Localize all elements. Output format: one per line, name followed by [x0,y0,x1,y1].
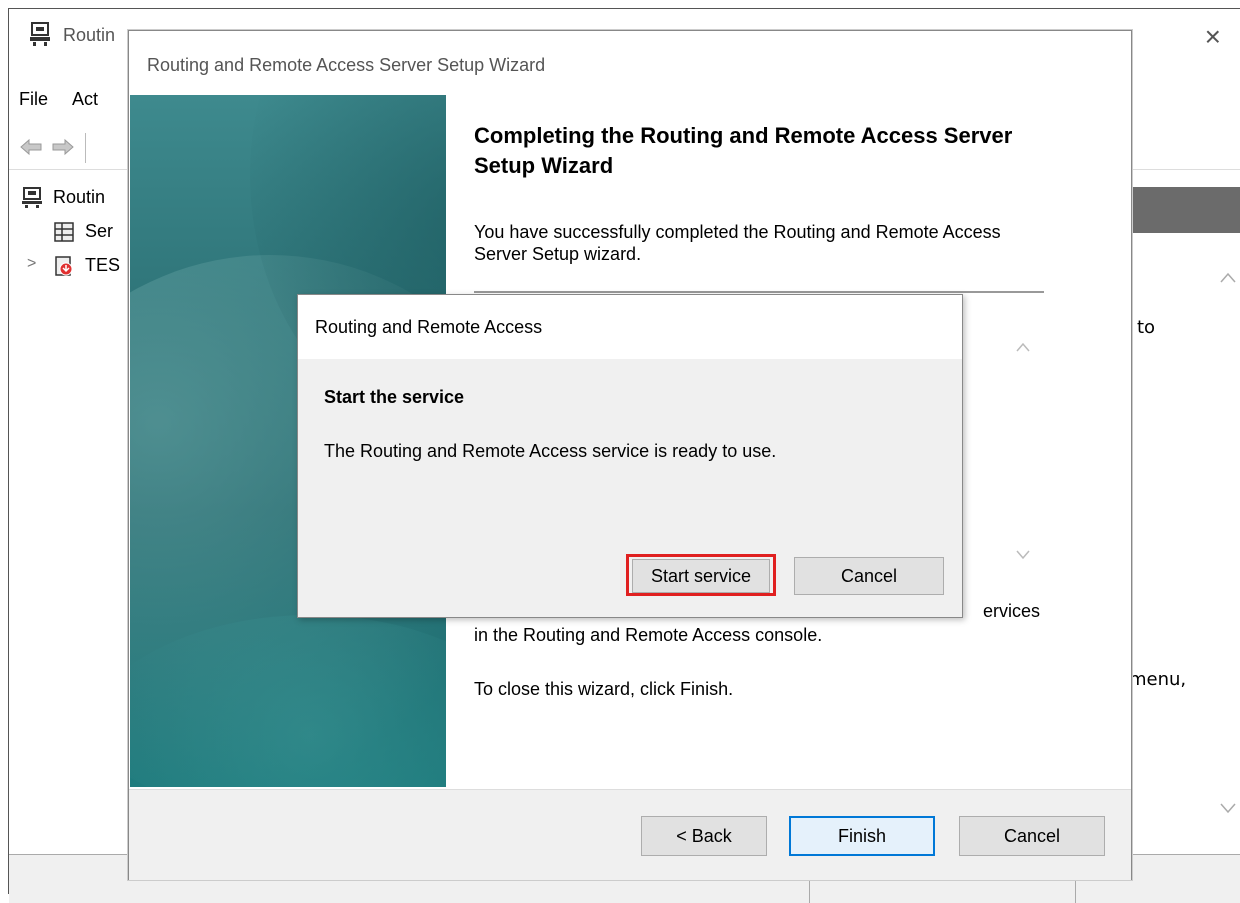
mmc-window-title: Routin [63,25,116,45]
menu-action[interactable]: Act [72,89,98,110]
dialog-title: Routing and Remote Access [315,317,543,337]
back-arrow-icon[interactable] [19,137,43,157]
tree-server-label: TES [85,255,121,275]
server-status-icon [54,222,74,242]
server-stopped-icon [55,256,73,276]
routing-server-icon [22,187,42,208]
wizard-heading: Completing the Routing and Remote Access… [474,123,1013,178]
dialog-heading: Start the service [324,387,465,407]
dialog-cancel-button[interactable]: Cancel [794,557,944,595]
start-service-dialog: Routing and Remote Access Start the serv… [297,294,963,618]
start-service-button[interactable]: Start service [632,559,770,593]
chevron-up-icon[interactable] [1219,271,1237,285]
tree-root-label: Routin [53,187,106,207]
details-header-band [1132,187,1240,233]
toolbar-divider [85,133,86,163]
wizard-title: Routing and Remote Access Server Setup W… [147,55,546,75]
back-button[interactable]: < Back [641,816,767,856]
chevron-down-icon[interactable] [1219,801,1237,815]
right-pane-text-fragment: menu, [1129,669,1187,690]
wizard-close-instructions: To close this wizard, click Finish. [474,679,734,699]
wizard-button-bar: < Back Finish Cancel [129,789,1131,880]
dialog-message: The Routing and Remote Access service is… [324,441,777,461]
close-icon[interactable]: × [1205,23,1221,51]
tree-server-status-label: Ser [85,221,114,241]
right-pane-text-fragment: to [1137,317,1156,338]
dialog-titlebar: Routing and Remote Access [298,295,962,359]
wizard-console-text-line2: in the Routing and Remote Access console… [474,625,823,645]
forward-arrow-icon[interactable] [51,137,75,157]
console-tree: Routin Ser > TES [9,181,129,821]
menu-file[interactable]: File [19,89,48,110]
routing-app-icon [30,22,50,46]
wizard-completion-text: You have successfully completed the Rout… [474,222,1001,264]
tree-expander-icon[interactable]: > [27,255,36,273]
finish-button[interactable]: Finish [789,816,935,856]
chevron-down-icon[interactable] [1015,549,1031,561]
wizard-cancel-button[interactable]: Cancel [959,816,1105,856]
chevron-up-icon[interactable] [1015,341,1031,353]
